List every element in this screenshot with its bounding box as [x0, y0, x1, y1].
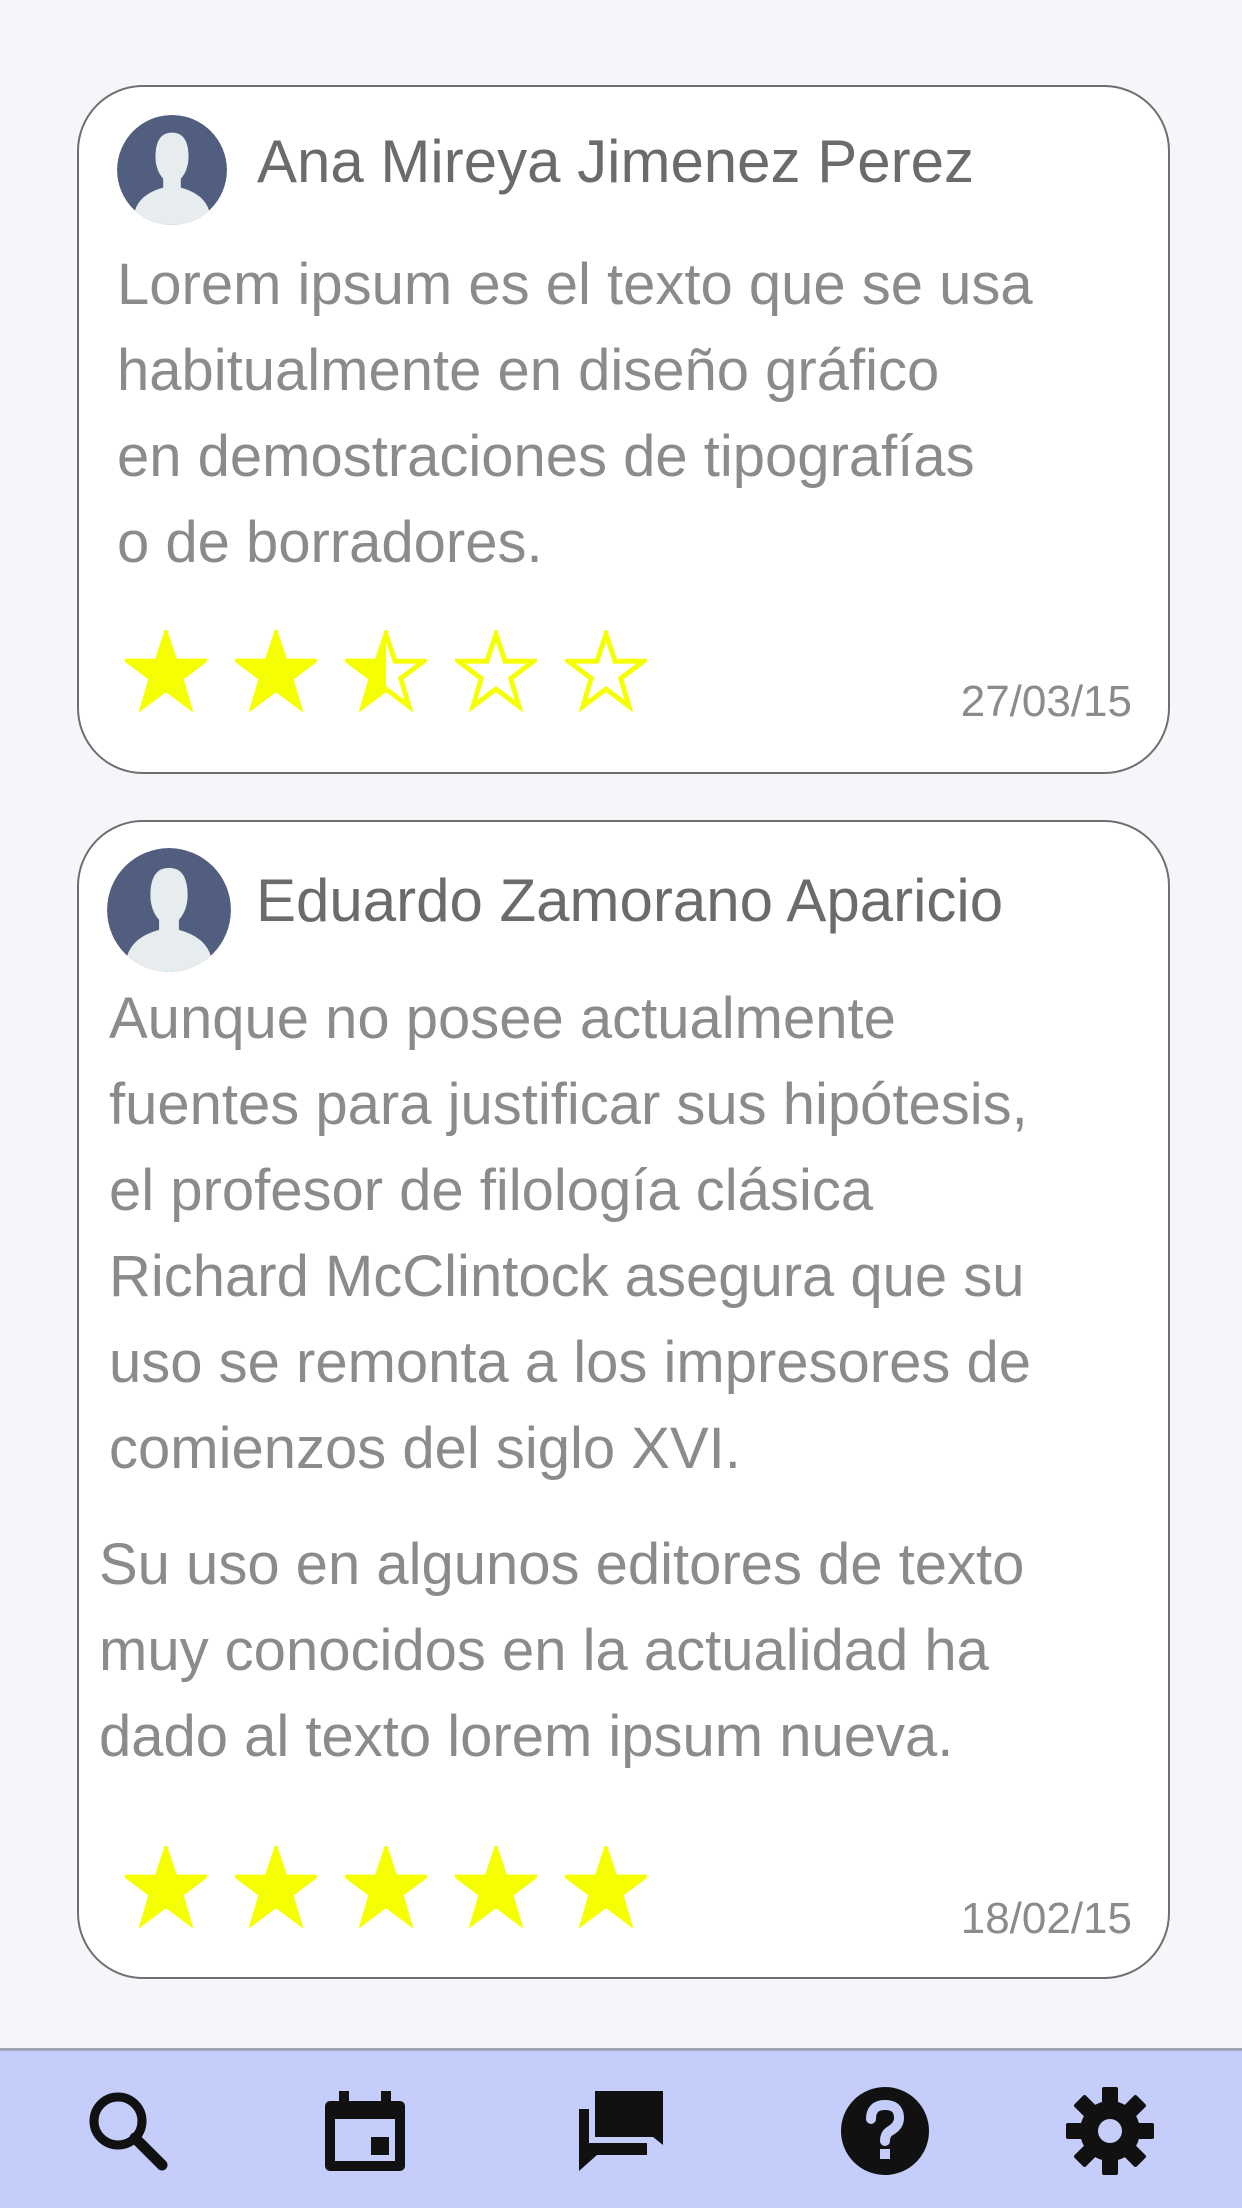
review-card: Ana Mireya Jimenez Perez Lorem ipsum es … — [77, 85, 1170, 774]
search-icon — [89, 2092, 168, 2171]
star-filled-icon — [455, 1846, 537, 1928]
tab-calendar[interactable] — [315, 2081, 415, 2181]
tab-help[interactable] — [835, 2081, 935, 2181]
star-filled-icon — [125, 630, 207, 712]
review-text: Aunque no posee actualmente fuentes para… — [109, 986, 1031, 1481]
review-date: 18/02/15 — [960, 1894, 1132, 1943]
tab-settings[interactable] — [1060, 2081, 1160, 2181]
review-author: Eduardo Zamorano Aparicio — [256, 867, 1004, 934]
star-half-icon — [345, 630, 427, 712]
calendar-icon — [325, 2091, 405, 2171]
avatar — [107, 848, 231, 972]
avatar — [117, 115, 227, 225]
bottom-tab-bar — [0, 2048, 1242, 2208]
review-author: Ana Mireya Jimenez Perez — [257, 128, 974, 195]
chat-icon — [579, 2091, 663, 2171]
user-silhouette-icon — [117, 115, 227, 225]
star-filled-icon — [235, 630, 317, 712]
help-icon — [841, 2087, 929, 2175]
star-filled-icon — [345, 1846, 427, 1928]
star-empty-icon — [455, 630, 537, 712]
review-text: Su uso en algunos editores de texto muy … — [99, 1532, 1025, 1769]
user-silhouette-icon — [107, 848, 231, 972]
review-text: Lorem ipsum es el texto que se usa habit… — [117, 252, 1033, 575]
star-filled-icon — [235, 1846, 317, 1928]
star-empty-icon — [565, 630, 647, 712]
star-rating — [125, 630, 647, 712]
tab-search[interactable] — [78, 2081, 178, 2181]
gear-icon — [1066, 2087, 1154, 2175]
tab-messages[interactable] — [571, 2081, 671, 2181]
star-filled-icon — [565, 1846, 647, 1928]
star-filled-icon — [125, 1846, 207, 1928]
star-rating — [125, 1846, 647, 1928]
review-date: 27/03/15 — [960, 677, 1132, 726]
review-card: Eduardo Zamorano Aparicio Aunque no pose… — [77, 820, 1170, 1979]
